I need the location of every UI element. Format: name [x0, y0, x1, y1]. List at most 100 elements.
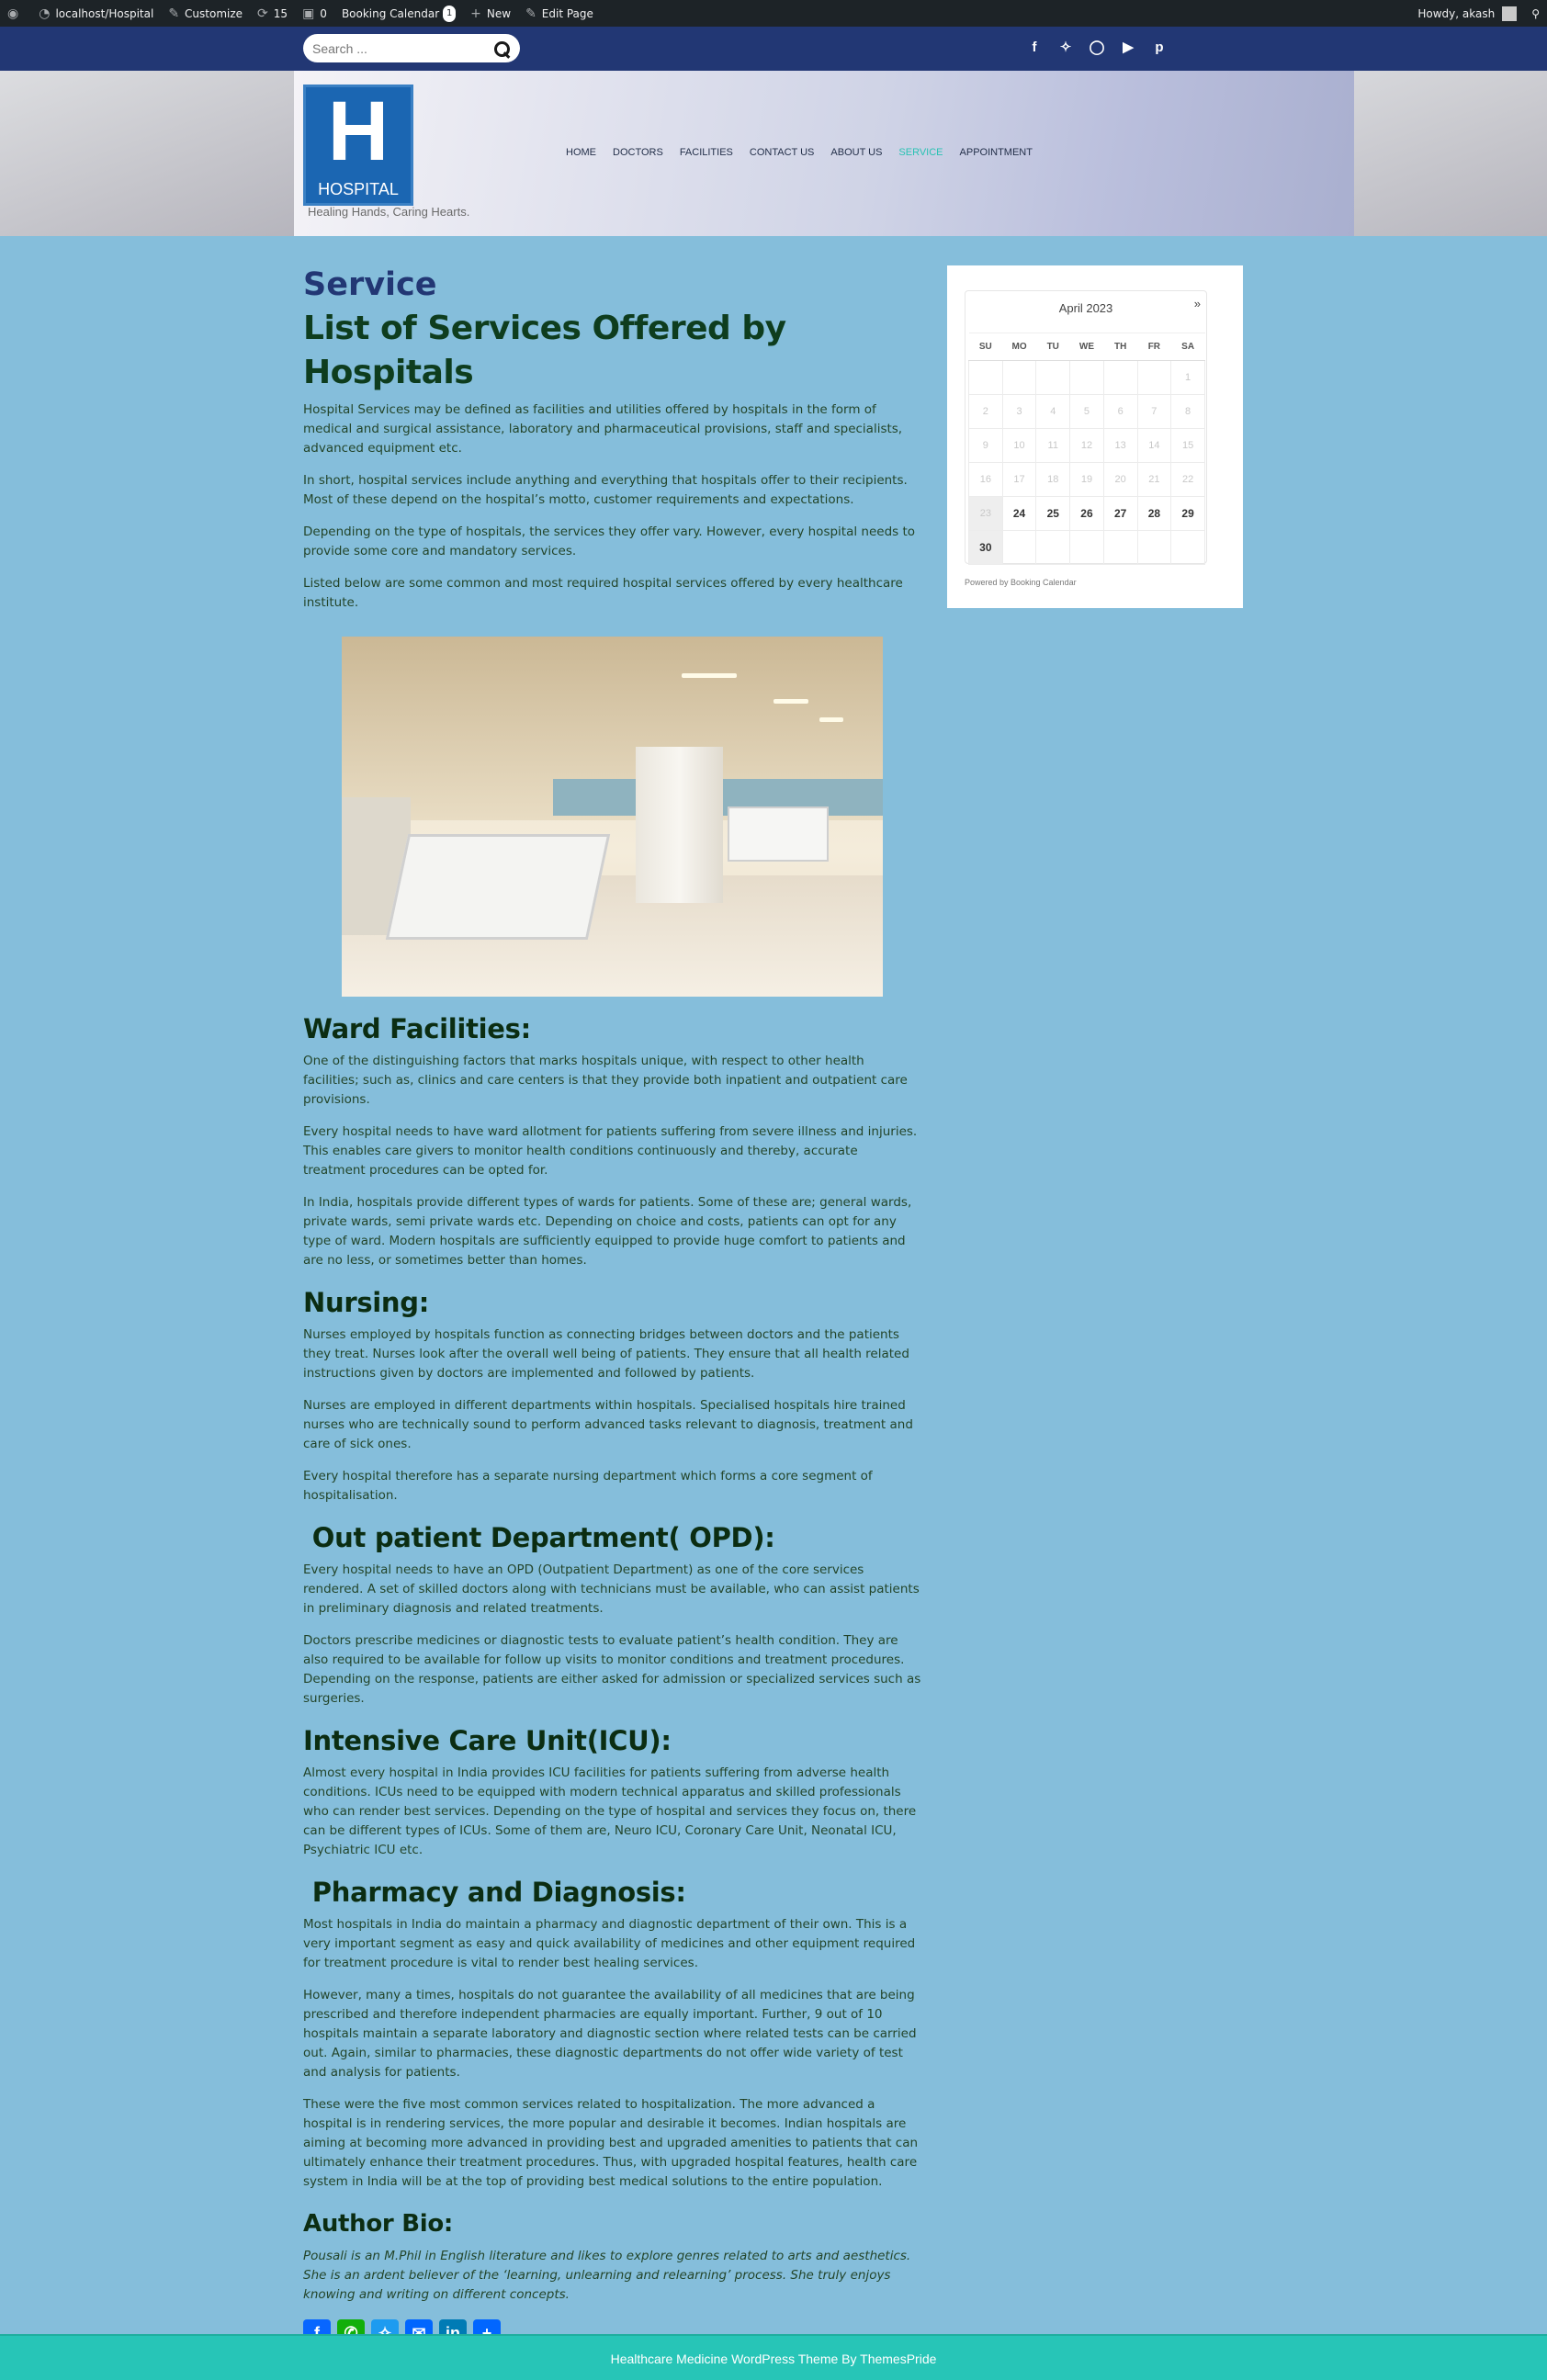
nav-contact-us[interactable]: CONTACT US: [750, 147, 815, 158]
updates-icon: ⟳: [257, 6, 268, 21]
admin-updates-link[interactable]: ⟳ 15: [250, 0, 295, 27]
calendar-day: 1: [1170, 360, 1205, 395]
calendar-weekday: TU: [1035, 333, 1070, 361]
logo-letter: H: [327, 85, 390, 178]
author-bio-heading: Author Bio:: [303, 2210, 453, 2238]
brush-icon: ✎: [168, 6, 180, 21]
calendar-day: 4: [1035, 394, 1071, 429]
pharmacy-paragraph: These were the five most common services…: [303, 2097, 919, 2189]
dashboard-icon: ◔: [39, 6, 51, 21]
facebook-icon[interactable]: f: [1025, 38, 1044, 58]
calendar-day: 18: [1035, 462, 1071, 497]
calendar-day: 22: [1170, 462, 1205, 497]
wp-admin-bar: ◉ ◔ localhost/Hospital ✎ Customize ⟳ 15 ▣ 0 …: [0, 0, 1547, 27]
pharmacy-heading: Pharmacy and Diagnosis:: [303, 1877, 686, 1908]
calendar-empty-cell: [1069, 360, 1104, 395]
calendar-day: 6: [1102, 394, 1138, 429]
instagram-icon[interactable]: ◯: [1088, 38, 1106, 58]
booking-calendar-widget: April 2023 » SU MO TU WE TH FR SA 1 2 3 4 5 6 7 8 9 10 1…: [947, 265, 1243, 608]
search-icon[interactable]: [492, 39, 511, 58]
ward-paragraph: One of the distinguishing factors that m…: [303, 1054, 908, 1107]
calendar-empty-cell: [1102, 530, 1138, 565]
calendar-empty-cell: [1170, 530, 1205, 565]
nursing-paragraph: Nurses are employed in different departm…: [303, 1398, 913, 1451]
calendar-day: 20: [1102, 462, 1138, 497]
search-input[interactable]: [312, 40, 492, 56]
calendar-day: 7: [1136, 394, 1172, 429]
calendar-day[interactable]: 27: [1102, 496, 1138, 531]
pinterest-icon[interactable]: p: [1150, 38, 1169, 58]
calendar-day: 17: [1001, 462, 1037, 497]
calendar-day: 12: [1069, 428, 1104, 463]
header-banner-left: [0, 71, 294, 236]
footer-credit[interactable]: Healthcare Medicine WordPress Theme By T…: [611, 2352, 937, 2366]
youtube-icon[interactable]: ▶: [1119, 38, 1137, 58]
calendar-empty-cell: [1136, 360, 1172, 395]
twitter-icon[interactable]: ✧: [1056, 38, 1075, 58]
calendar-weekday: WE: [1069, 333, 1104, 361]
top-bar: f ✧ ◯ ▶ p: [0, 27, 1547, 71]
comment-icon: ▣: [302, 6, 315, 21]
nursing-paragraph: Every hospital therefore has a separate …: [303, 1469, 873, 1503]
site-logo[interactable]: H HOSPITAL: [303, 85, 413, 206]
calendar-empty-cell: [968, 360, 1003, 395]
calendar-weekday: MO: [1002, 333, 1036, 361]
admin-search-icon[interactable]: ⚲: [1524, 0, 1547, 27]
calendar-empty-cell: [1069, 530, 1104, 565]
plus-icon: +: [470, 6, 481, 21]
nav-about-us[interactable]: ABOUT US: [830, 147, 882, 158]
page-title: Service: [303, 266, 437, 303]
search-form: [303, 34, 520, 62]
calendar-empty-cell: [1001, 530, 1037, 565]
site-header: H HOSPITAL Healing Hands, Caring Hearts.…: [0, 71, 1547, 236]
admin-booking-calendar-link[interactable]: Booking Calendar 1: [334, 0, 463, 27]
site-tagline: Healing Hands, Caring Hearts.: [308, 205, 470, 219]
ward-facilities-heading: Ward Facilities:: [303, 1013, 531, 1044]
calendar-next-button[interactable]: »: [1194, 297, 1201, 310]
admin-customize-link[interactable]: ✎ Customize: [161, 0, 250, 27]
nursing-heading: Nursing:: [303, 1287, 430, 1318]
calendar-day[interactable]: 29: [1170, 496, 1205, 531]
calendar-grid: SU MO TU WE TH FR SA 1 2 3 4 5 6 7 8 9 10 11 12 13 14 15 16 17…: [968, 333, 1205, 565]
nav-home[interactable]: HOME: [566, 147, 596, 158]
nav-facilities[interactable]: FACILITIES: [680, 147, 733, 158]
calendar-day: 8: [1170, 394, 1205, 429]
admin-edit-page-link[interactable]: ✎ Edit Page: [518, 0, 601, 27]
admin-comments-link[interactable]: ▣ 0: [295, 0, 334, 27]
ward-paragraph: In India, hospitals provide different ty…: [303, 1195, 912, 1268]
admin-site-link[interactable]: ◔ localhost/Hospital: [31, 0, 161, 27]
author-bio-text: Pousali is an M.Phil in English literatu…: [303, 2249, 911, 2302]
pharmacy-paragraph: However, many a times, hospitals do not …: [303, 1988, 917, 2080]
main-content: Service List of Services Offered by Hosp…: [303, 265, 922, 2347]
admin-account-link[interactable]: Howdy, akash: [1410, 0, 1524, 27]
admin-new-link[interactable]: + New: [463, 0, 518, 27]
calendar-month-title: April 2023: [1058, 301, 1113, 315]
calendar-day[interactable]: 30: [968, 530, 1003, 565]
calendar-day: 16: [968, 462, 1003, 497]
calendar-day[interactable]: 28: [1136, 496, 1172, 531]
calendar-day[interactable]: 25: [1035, 496, 1071, 531]
opd-heading: Out patient Department( OPD):: [303, 1522, 775, 1553]
nursing-paragraph: Nurses employed by hospitals function as…: [303, 1327, 909, 1381]
calendar-day: 23: [968, 496, 1003, 531]
nav-doctors[interactable]: DOCTORS: [613, 147, 663, 158]
site-footer: Healthcare Medicine WordPress Theme By T…: [0, 2334, 1547, 2380]
main-nav: HOME DOCTORS FACILITIES CONTACT US ABOUT…: [566, 147, 1033, 158]
calendar-empty-cell: [1035, 360, 1071, 395]
calendar-day: 14: [1136, 428, 1172, 463]
intro-paragraph: Hospital Services may be defined as faci…: [303, 402, 903, 456]
calendar-day: 11: [1035, 428, 1071, 463]
nav-appointment[interactable]: APPOINTMENT: [960, 147, 1033, 158]
calendar-day: 2: [968, 394, 1003, 429]
calendar-day[interactable]: 26: [1069, 496, 1104, 531]
calendar-day[interactable]: 24: [1001, 496, 1037, 531]
calendar-empty-cell: [1136, 530, 1172, 565]
calendar-empty-cell: [1035, 530, 1071, 565]
nav-service[interactable]: SERVICE: [898, 147, 943, 158]
calendar-powered-by[interactable]: Powered by Booking Calendar: [965, 578, 1077, 587]
opd-paragraph: Every hospital needs to have an OPD (Out…: [303, 1562, 920, 1616]
wp-logo-icon[interactable]: ◉: [0, 0, 31, 27]
booking-badge: 1: [443, 5, 457, 22]
calendar-weekday: SA: [1170, 333, 1205, 361]
opd-paragraph: Doctors prescribe medicines or diagnosti…: [303, 1633, 921, 1706]
